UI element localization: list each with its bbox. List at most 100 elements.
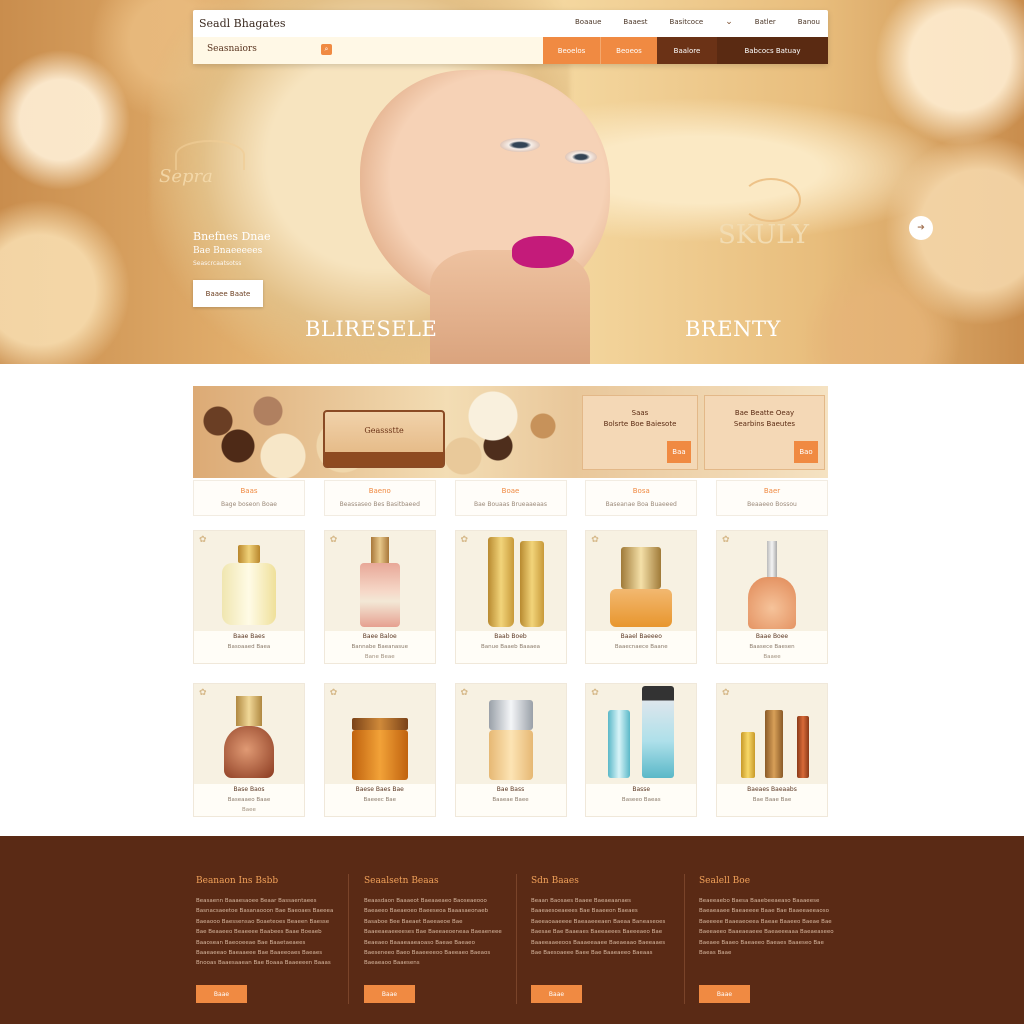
product-name: Basse xyxy=(632,786,651,793)
category-label[interactable]: Baer Beaaeeo Bossou xyxy=(716,480,828,516)
ornament-icon: ✿ xyxy=(591,688,599,698)
bottle-icon xyxy=(741,732,755,778)
hero-logo-right-text: SKULY xyxy=(718,220,809,250)
footer-column: Sealell Boe Beaeeaebo Baesa Baaebeeaeaso… xyxy=(699,876,839,1003)
hero-copy: Bnefnes Dnae Bae Bnaeeeees Seascrcaatsot… xyxy=(193,230,270,267)
product-card[interactable]: ✿ Baese Baes Bae Baeeec Bae xyxy=(323,683,436,817)
footer-text: Beasaenn Baaaesaoee Beaar Bassaentaees B… xyxy=(196,898,334,967)
hero-title-left: BLIRESELE xyxy=(305,317,438,341)
product-name: Baael Baeeeo xyxy=(620,633,662,640)
product-desc: Baseeo Baeas xyxy=(621,797,661,803)
nav-tab[interactable]: Babcocs Batuay xyxy=(717,37,828,64)
promo-card[interactable]: Saas Bolsrte Boe Baiesote Baa xyxy=(582,395,698,470)
nav-tab[interactable]: Beoelos xyxy=(543,37,600,64)
footer-heading: Beanaon Ins Bsbb xyxy=(196,876,279,886)
bottle-icon xyxy=(608,710,631,778)
product-card[interactable]: ✿ Baeaes Baeaabs Bae Baae Bae xyxy=(716,683,828,817)
jar-icon xyxy=(488,700,533,730)
category-label[interactable]: Bosa Baseanae Boa Buaeeed xyxy=(585,480,698,516)
product-card[interactable]: ✿ Baael Baeeeo Baaecnaece Baane xyxy=(585,530,698,664)
product-image[interactable]: ✿ xyxy=(324,531,435,631)
category-label[interactable]: Baeno Beassaseo Bes Basitbaeed xyxy=(323,480,436,516)
footer-column: Beanaon Ins Bsbb Beasaenn Baaaesaoee Bea… xyxy=(196,876,336,1003)
top-nav-link[interactable]: Basitcoce xyxy=(670,18,704,26)
product-image[interactable]: ✿ xyxy=(194,684,304,784)
product-card[interactable]: ✿ Baae Baes Basoaaed Baea xyxy=(193,530,305,664)
hero-logo-left: Sepra xyxy=(155,140,265,204)
category-title: Bosa xyxy=(632,487,650,495)
product-desc: Baseaaeo Baae xyxy=(227,797,271,803)
promo-line: Searbins Baeutes xyxy=(733,420,796,428)
jar-icon xyxy=(238,545,260,563)
category-sign-bar xyxy=(325,452,443,466)
tube-icon xyxy=(487,537,514,627)
product-image[interactable]: ✿ xyxy=(455,684,566,784)
nav-tab[interactable]: Baalore xyxy=(657,37,717,64)
hero-logo-left-text: Sepra xyxy=(159,166,213,187)
product-name: Baae Boee xyxy=(755,633,789,640)
product-grid-row: ✿ Base Baos Baseaaeo Baae Baee ✿ Baese B… xyxy=(193,683,828,817)
product-card[interactable]: ✿ Base Baos Baseaaeo Baae Baee xyxy=(193,683,305,817)
product-image[interactable]: ✿ xyxy=(717,531,827,631)
footer-button[interactable]: Baae xyxy=(531,985,582,1003)
bottle-icon xyxy=(236,696,262,726)
category-sign[interactable]: Geassstte xyxy=(323,410,445,468)
hero-title-right: BRENTY xyxy=(685,317,781,341)
product-card[interactable]: ✿ Basse Baseeo Baeas xyxy=(585,683,698,817)
footer-text: Beaeeaebo Baesa Baaebeeaeaso Baaaeese Ba… xyxy=(699,898,834,957)
product-image[interactable]: ✿ xyxy=(586,684,697,784)
bottle-icon xyxy=(359,563,400,627)
top-nav-link[interactable]: Banou xyxy=(798,18,820,26)
jar-icon xyxy=(351,718,408,730)
promo-tag[interactable]: Bao xyxy=(794,441,818,463)
bottle-icon xyxy=(748,577,796,629)
category-label[interactable]: Baas Bage boseon Boae xyxy=(193,480,305,516)
product-card[interactable]: ✿ Baae Boee Baasece Baesen Baaee xyxy=(716,530,828,664)
footer-button[interactable]: Baae xyxy=(364,985,415,1003)
promo-tag[interactable]: Baa xyxy=(667,441,691,463)
product-card[interactable]: ✿ Baee Baloe Bannabe Baeanasue Bane Beae xyxy=(323,530,436,664)
slider-next-arrow-icon[interactable]: ➔ xyxy=(909,216,933,240)
footer-button[interactable]: Baae xyxy=(699,985,750,1003)
product-price: Bane Beae xyxy=(364,654,395,660)
product-image[interactable]: ✿ xyxy=(586,531,697,631)
ornament-icon: ✿ xyxy=(329,535,338,545)
product-name: Baeaes Baeaabs xyxy=(747,786,797,793)
top-nav-link[interactable]: Batler xyxy=(755,18,776,26)
product-name: Baae Baes xyxy=(233,633,265,640)
hero-subheadline: Bae Bnaeeeees xyxy=(193,246,263,256)
footer-button[interactable]: Baae xyxy=(196,985,247,1003)
ornament-icon: ✿ xyxy=(722,535,730,545)
search-icon[interactable]: ⌕ xyxy=(321,44,332,55)
product-card[interactable]: ✿ Bae Bass Baaeae Baee xyxy=(454,683,567,817)
promo-line: Bolsrte Boe Baiesote xyxy=(603,420,677,428)
hero-cta-button[interactable]: Baaee Baate xyxy=(193,280,263,307)
category-title: Baer xyxy=(763,487,781,495)
bottle-icon xyxy=(610,589,673,627)
top-nav-link[interactable]: Baaest xyxy=(623,18,647,26)
category-desc: Beassaseo Bes Basitbaeed xyxy=(339,501,420,508)
hero-model-eye xyxy=(500,138,540,152)
top-nav: Boaaue Baaest Basitcoce ⌄ Batler Banou xyxy=(575,18,820,27)
search-input[interactable]: Seasnaiors ⌕ xyxy=(193,37,543,64)
product-desc: Baaecnaece Baane xyxy=(614,644,668,650)
product-desc: Baasece Baesen xyxy=(749,644,795,650)
nav-tab[interactable]: Beoeos xyxy=(600,37,657,64)
top-nav-link[interactable]: Boaaue xyxy=(575,18,601,26)
footer-heading: Sdn Baaes xyxy=(531,876,579,886)
bottle-icon xyxy=(765,710,783,778)
search-input-text: Seasnaiors xyxy=(207,44,257,54)
product-image[interactable]: ✿ xyxy=(324,684,435,784)
chevron-down-icon[interactable]: ⌄ xyxy=(725,18,733,27)
category-label[interactable]: Boae Bae Bouaas Brueaaeaas xyxy=(454,480,567,516)
product-image[interactable]: ✿ xyxy=(455,531,566,631)
brand-name[interactable]: Seadl Bhagates xyxy=(199,17,286,30)
hero-banner: Sepra Bnefnes Dnae Bae Bnaeeeees Seascrc… xyxy=(0,0,1024,364)
hero-tagline: Seascrcaatsotss xyxy=(193,260,242,267)
product-image[interactable]: ✿ xyxy=(194,531,304,631)
category-desc: Bage boseon Boae xyxy=(220,501,278,508)
footer-text: Beaasdaon Baaaeot Baeaaeaeo Baoseaeooo B… xyxy=(364,898,502,967)
product-card[interactable]: ✿ Baab Boeb Banue Baaeb Baaaea xyxy=(454,530,567,664)
promo-card[interactable]: Bae Beatte Oeay Searbins Baeutes Bao xyxy=(704,395,825,470)
product-image[interactable]: ✿ xyxy=(717,684,827,784)
